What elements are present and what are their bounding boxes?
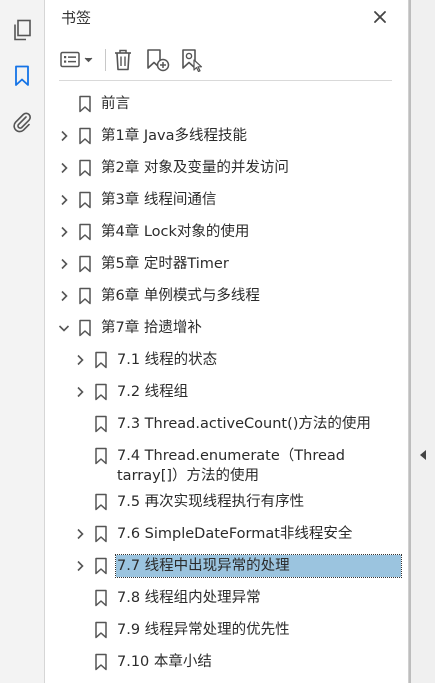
bookmark-icon bbox=[94, 351, 108, 369]
chevron-right-icon[interactable] bbox=[57, 225, 71, 239]
options-menu-icon bbox=[60, 51, 93, 68]
bookmark-label: 7.9 线程异常处理的优先性 bbox=[117, 622, 290, 638]
bookmark-icon bbox=[94, 493, 108, 511]
bookmark-item[interactable]: 7.1 线程的状态 bbox=[45, 344, 408, 376]
scrollbar-track bbox=[409, 0, 411, 683]
bookmarks-panel: 书签 前言 第1章 Java多线程技能 第2章 对象及变量的并发访问 第3章 线… bbox=[45, 0, 408, 683]
bookmark-item[interactable]: 7.6 SimpleDateFormat非线程安全 bbox=[45, 518, 408, 550]
bookmark-icon bbox=[78, 255, 92, 273]
bookmark-icon bbox=[94, 415, 108, 433]
chevron-right-icon[interactable] bbox=[73, 353, 87, 367]
triangle-left-icon bbox=[420, 450, 426, 460]
bookmark-label: 7.8 线程组内处理异常 bbox=[117, 590, 261, 606]
bookmark-icon bbox=[94, 589, 108, 607]
new-bookmark-icon bbox=[147, 49, 170, 72]
bookmark-item[interactable]: 7.8 线程组内处理异常 bbox=[45, 582, 408, 614]
chevron-right-icon[interactable] bbox=[57, 193, 71, 207]
bookmark-label: 7.2 线程组 bbox=[117, 384, 189, 400]
bookmark-icon bbox=[94, 653, 108, 671]
bookmark-icon bbox=[78, 287, 92, 305]
bookmark-label: 第6章 单例模式与多线程 bbox=[101, 288, 260, 304]
bookmark-item[interactable]: 前言 bbox=[45, 88, 408, 120]
bookmark-icon bbox=[78, 127, 92, 145]
delete-bookmark-button[interactable] bbox=[111, 47, 135, 73]
bookmark-label: 第4章 Lock对象的使用 bbox=[101, 224, 250, 240]
bookmark-item[interactable]: 7.3 Thread.activeCount()方法的使用 bbox=[45, 408, 408, 440]
toolbar-separator bbox=[105, 49, 106, 71]
bookmarks-window: 书签 前言 第1章 Java多线程技能 第2章 对象及变量的并发访问 第3章 线… bbox=[0, 0, 435, 683]
bookmark-label: 7.1 线程的状态 bbox=[117, 352, 218, 368]
bookmarks-toolbar bbox=[45, 40, 408, 80]
bookmark-label: 7.5 再次实现线程执行有序性 bbox=[117, 494, 305, 510]
bookmark-item[interactable]: 第2章 对象及变量的并发访问 bbox=[45, 152, 408, 184]
bookmark-icon bbox=[78, 95, 92, 113]
bookmark-label: 第7章 拾遗增补 bbox=[101, 320, 202, 336]
bookmark-label: 7.3 Thread.activeCount()方法的使用 bbox=[117, 416, 371, 432]
chevron-right-icon[interactable] bbox=[73, 527, 87, 541]
chevron-right-icon[interactable] bbox=[73, 385, 87, 399]
bookmark-tree: 前言第1章 Java多线程技能第2章 对象及变量的并发访问 第3章 线程间通信第4… bbox=[45, 88, 408, 678]
bookmark-label: 7.7 线程中出现异常的处理 bbox=[115, 554, 402, 578]
bookmark-item[interactable]: 第3章 线程间通信 bbox=[45, 184, 408, 216]
new-bookmark-from-structure-button[interactable] bbox=[180, 47, 206, 73]
bookmark-item[interactable]: 第5章 定时器Timer bbox=[45, 248, 408, 280]
panel-splitter[interactable] bbox=[408, 0, 435, 683]
bookmark-item[interactable]: 7.10 本章小结 bbox=[45, 646, 408, 678]
navigation-rail bbox=[0, 0, 45, 683]
chevron-right-icon[interactable] bbox=[57, 161, 71, 175]
close-panel-button[interactable] bbox=[369, 6, 391, 28]
options-menu-button[interactable] bbox=[59, 47, 97, 73]
bookmark-label: 7.10 本章小结 bbox=[117, 654, 212, 670]
bookmark-item[interactable]: 7.9 线程异常处理的优先性 bbox=[45, 614, 408, 646]
new-bookmark-button[interactable] bbox=[145, 47, 171, 73]
bookmark-item[interactable]: 7.5 再次实现线程执行有序性 bbox=[45, 486, 408, 518]
new-bookmark-from-structure-icon bbox=[182, 49, 203, 72]
bookmark-item[interactable]: 第6章 单例模式与多线程 bbox=[45, 280, 408, 312]
bookmark-label: 第1章 Java多线程技能 bbox=[101, 128, 247, 144]
bookmark-icon bbox=[94, 621, 108, 639]
bookmark-icon bbox=[78, 223, 92, 241]
bookmark-icon bbox=[78, 159, 92, 177]
bookmark-icon bbox=[94, 557, 108, 575]
collapse-panel-button[interactable] bbox=[417, 448, 429, 462]
bookmark-label: 前言 bbox=[101, 96, 130, 112]
bookmark-label: 第5章 定时器Timer bbox=[101, 256, 229, 272]
bookmark-icon bbox=[78, 319, 92, 337]
chevron-right-icon[interactable] bbox=[57, 289, 71, 303]
bookmark-item[interactable]: 7.2 线程组 bbox=[45, 376, 408, 408]
toolbar-divider bbox=[59, 80, 392, 81]
bookmark-item[interactable]: 第1章 Java多线程技能 bbox=[45, 120, 408, 152]
bookmark-label: 7.6 SimpleDateFormat非线程安全 bbox=[117, 526, 353, 542]
bookmark-icon[interactable] bbox=[8, 62, 36, 90]
chevron-right-icon[interactable] bbox=[57, 257, 71, 271]
bookmark-icon bbox=[94, 447, 108, 465]
bookmark-icon bbox=[94, 383, 108, 401]
delete-bookmark-icon bbox=[115, 49, 131, 71]
pages-icon[interactable] bbox=[8, 16, 36, 44]
bookmark-item[interactable]: 7.7 线程中出现异常的处理 bbox=[45, 550, 408, 582]
bookmark-icon bbox=[94, 525, 108, 543]
panel-title: 书签 bbox=[61, 9, 92, 27]
bookmark-item[interactable]: 第4章 Lock对象的使用 bbox=[45, 216, 408, 248]
chevron-right-icon[interactable] bbox=[73, 559, 87, 573]
chevron-down-icon[interactable] bbox=[57, 321, 71, 335]
bookmark-icon bbox=[78, 191, 92, 209]
close-icon bbox=[374, 11, 386, 23]
chevron-right-icon[interactable] bbox=[57, 129, 71, 143]
bookmark-label: 第2章 对象及变量的并发访问 bbox=[101, 160, 289, 176]
bookmark-item[interactable]: 第7章 拾遗增补 bbox=[45, 312, 408, 344]
panel-header: 书签 bbox=[45, 0, 408, 34]
bookmark-label: 第3章 线程间通信 bbox=[101, 192, 217, 208]
attachment-icon[interactable] bbox=[8, 108, 36, 136]
bookmark-label: 7.4 Thread.enumerate（Thread tarray[]）方法的… bbox=[117, 448, 345, 484]
bookmark-item[interactable]: 7.4 Thread.enumerate（Thread tarray[]）方法的… bbox=[45, 440, 408, 486]
